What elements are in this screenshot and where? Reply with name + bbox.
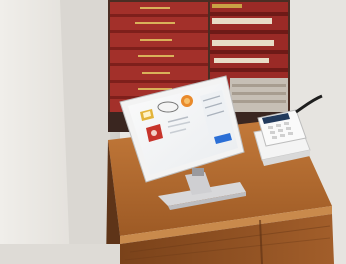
photo-illustration [0,0,346,264]
photo-scene [0,0,346,264]
floor [0,244,120,264]
